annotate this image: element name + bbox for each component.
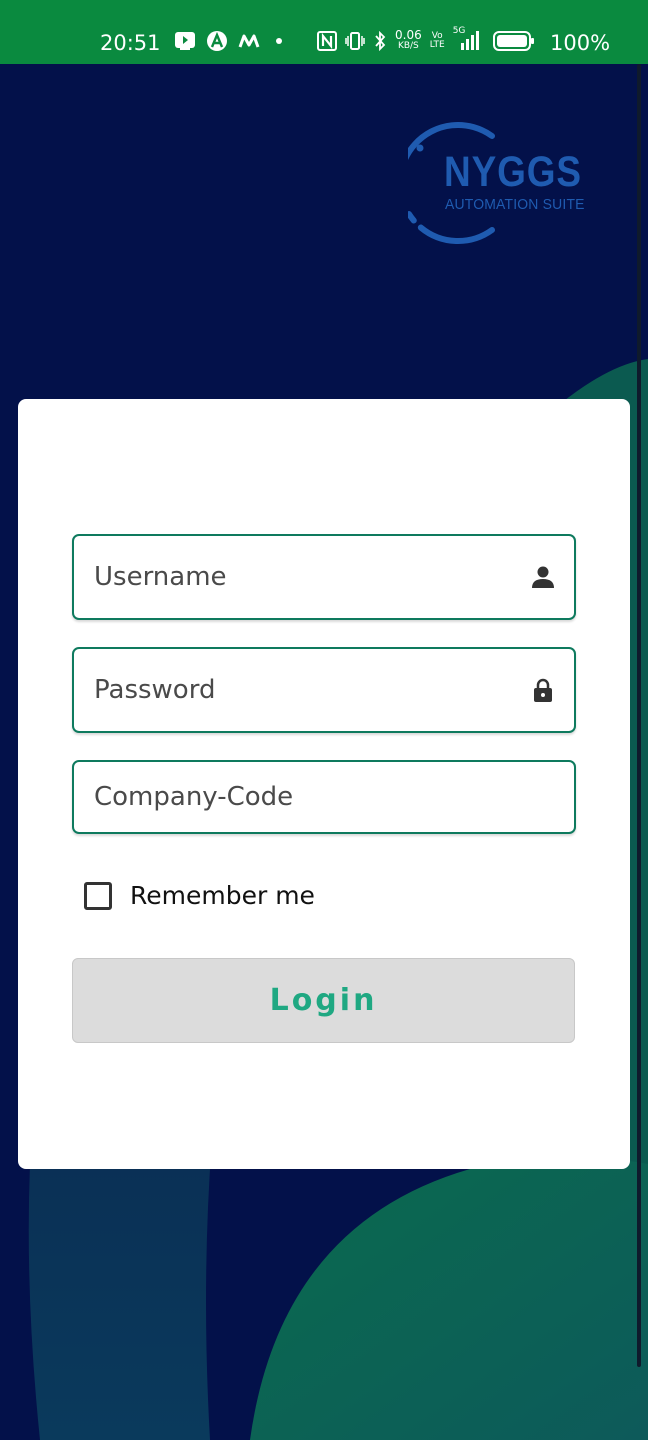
company-code-input[interactable] — [94, 762, 504, 832]
app-a-icon — [206, 30, 228, 52]
volte-bottom: LTE — [429, 40, 445, 50]
net-speed: 0.06 KB/S — [395, 28, 422, 52]
logo-title: NYGGS — [444, 148, 582, 196]
remember-me[interactable]: Remember me — [84, 881, 315, 910]
status-time: 20:51 — [100, 31, 161, 55]
app-m-icon — [238, 33, 260, 49]
net-speed-unit: KB/S — [397, 41, 419, 51]
company-code-field[interactable] — [72, 760, 576, 834]
signal-icon: 5G — [453, 27, 481, 51]
video-app-icon — [174, 31, 196, 51]
status-left-icons — [174, 30, 288, 52]
logo-subtitle: AUTOMATION SUITE — [445, 196, 585, 213]
background-swoosh-bottom — [250, 1157, 648, 1440]
net-speed-value: 0.06 — [395, 28, 422, 42]
nfc-icon — [317, 31, 337, 51]
scrollbar[interactable] — [637, 64, 641, 1367]
battery-icon — [492, 30, 535, 52]
login-button[interactable]: Login — [72, 958, 575, 1043]
remember-checkbox[interactable] — [84, 881, 112, 910]
username-input[interactable] — [94, 536, 504, 618]
username-field[interactable] — [72, 534, 576, 620]
password-input[interactable] — [94, 649, 504, 731]
status-right-icons: 0.06 KB/S Vo LTE 5G — [317, 27, 535, 52]
login-card: Remember me Login — [18, 399, 630, 1169]
vibrate-icon — [345, 31, 365, 51]
dot-icon — [270, 36, 288, 46]
password-field[interactable] — [72, 647, 576, 733]
remember-label[interactable]: Remember me — [130, 881, 315, 910]
bluetooth-icon — [373, 31, 387, 51]
battery-percent: 100% — [550, 31, 611, 55]
person-icon — [532, 566, 554, 588]
signal-label: 5G — [452, 26, 466, 36]
status-bar: 20:51 0.06 KB/S Vo LTE 5G 100% — [0, 0, 648, 64]
nyggs-logo: NYGGS AUTOMATION SUITE — [408, 118, 593, 246]
volte-indicator: Vo LTE — [430, 32, 445, 50]
lock-icon — [534, 678, 552, 702]
